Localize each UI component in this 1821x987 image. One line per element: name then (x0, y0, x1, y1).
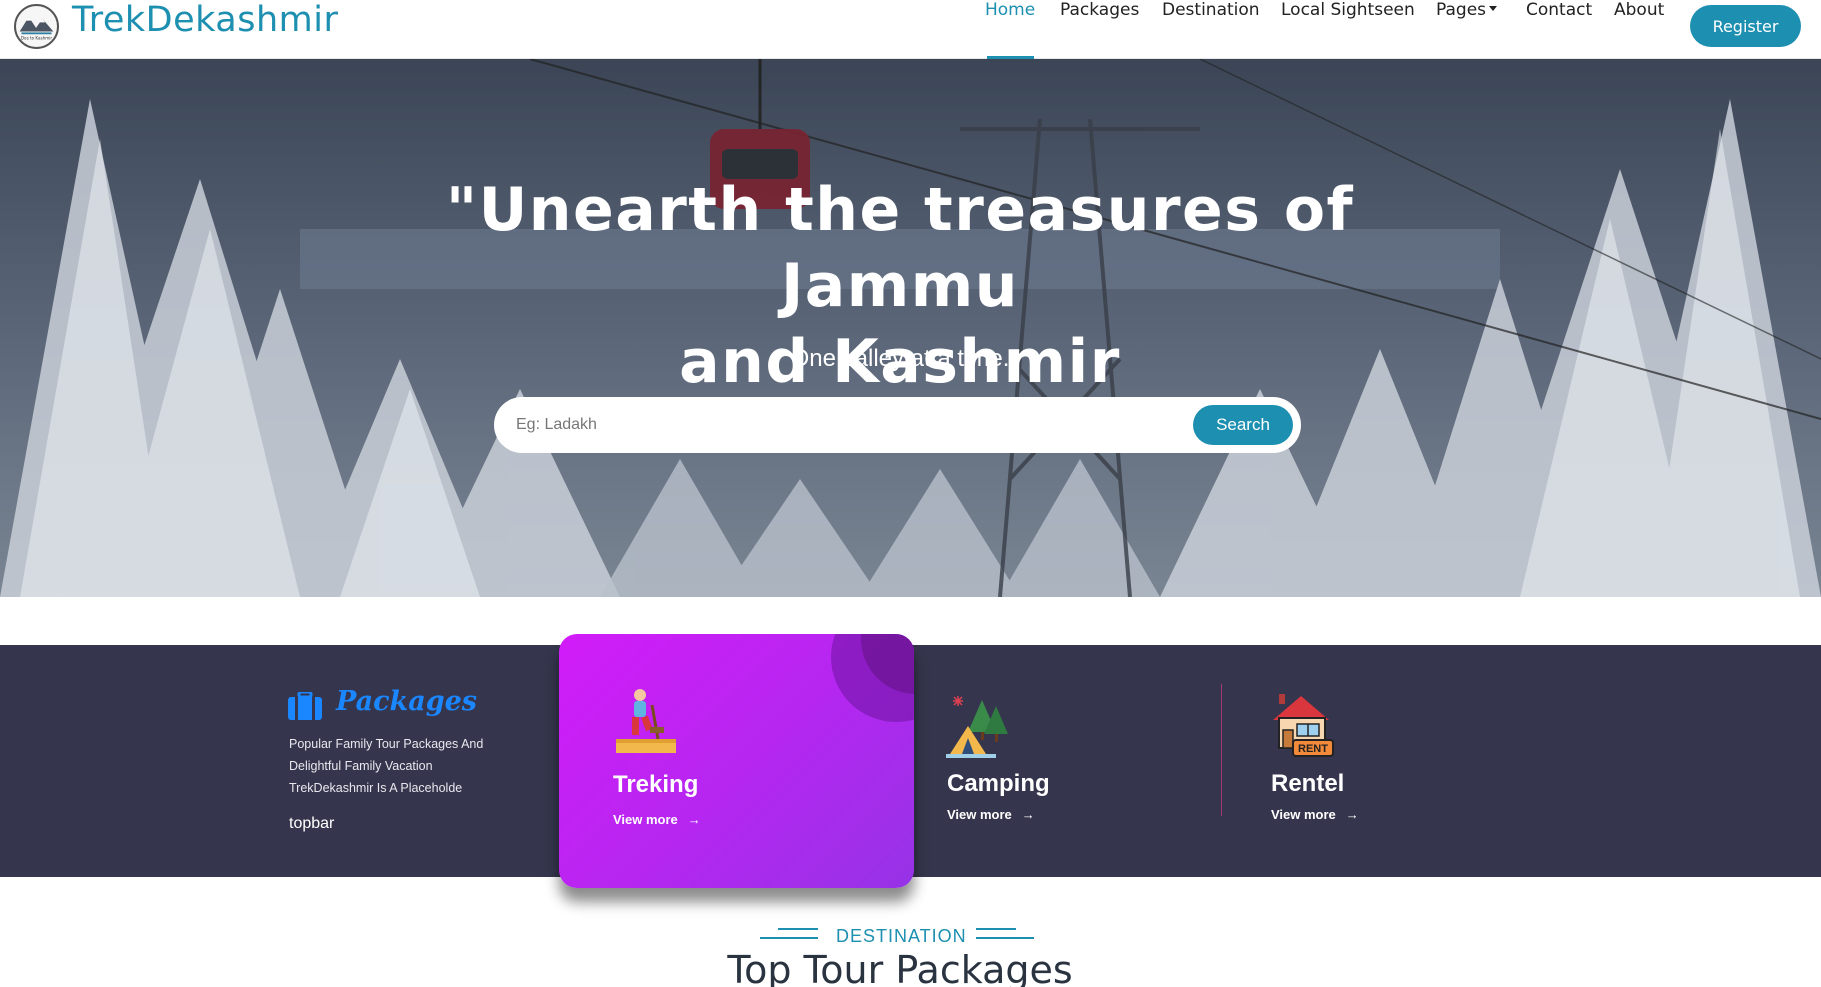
hero-title-line1: "Unearth the treasures of Jammu (445, 175, 1355, 321)
packages-title: Packages (336, 686, 477, 717)
treking-title: Treking (613, 771, 699, 798)
nav-local-sightseen[interactable]: Local Sightseen (1281, 0, 1415, 20)
rentel-title: Rentel (1271, 770, 1345, 797)
packages-footer-text: topbar (289, 815, 335, 832)
eyebrow-line (778, 928, 818, 930)
arrow-right-icon: → (1345, 807, 1359, 822)
tent-icon (946, 696, 1008, 758)
rentel-view-more-label: View more (1271, 807, 1336, 822)
nav-contact[interactable]: Contact (1526, 0, 1592, 20)
search-button[interactable]: Search (1193, 405, 1293, 445)
hiker-icon (616, 689, 676, 753)
eyebrow-line (976, 937, 1034, 939)
feature-divider (1221, 684, 1222, 816)
active-nav-indicator (987, 56, 1034, 59)
rent-house-icon: RENT (1273, 694, 1334, 757)
hero-section: "Unearth the treasures of Jammu and Kash… (0, 59, 1821, 597)
treking-view-more-label: View more (613, 812, 678, 827)
navbar: Dos to Kashmir TrekDekashmir Home Packag… (0, 0, 1821, 59)
eyebrow-line (760, 937, 818, 939)
rentel-view-more-link[interactable]: View more → (1271, 807, 1359, 822)
search-bar: Search (494, 397, 1301, 453)
destination-heading: Top Tour Packages (727, 948, 1073, 987)
camping-view-more-label: View more (947, 807, 1012, 822)
nav-packages[interactable]: Packages (1060, 0, 1139, 20)
eyebrow-line (976, 928, 1016, 930)
arrow-right-icon: → (687, 812, 701, 827)
logo-icon[interactable]: Dos to Kashmir (14, 4, 59, 49)
suitcase-icon (288, 692, 322, 720)
nav-home[interactable]: Home (985, 0, 1035, 20)
brand-name[interactable]: TrekDekashmir (72, 0, 338, 40)
nav-about[interactable]: About (1614, 0, 1664, 20)
nav-pages-label: Pages (1436, 0, 1487, 20)
svg-text:RENT: RENT (1298, 743, 1328, 755)
camping-view-more-link[interactable]: View more → (947, 807, 1035, 822)
packages-description: Popular Family Tour Packages And Delight… (289, 737, 484, 795)
hero-subtitle: One valley at a time. (790, 345, 1010, 372)
search-input[interactable] (516, 409, 1156, 441)
arrow-right-icon: → (1021, 807, 1035, 822)
logo-text: Dos to Kashmir (21, 36, 52, 41)
destination-eyebrow: DESTINATION (836, 926, 967, 946)
register-button[interactable]: Register (1690, 5, 1801, 47)
treking-view-more-link[interactable]: View more → (613, 812, 701, 827)
nav-pages-dropdown[interactable]: Pages (1436, 0, 1498, 20)
chevron-down-icon (1489, 6, 1498, 11)
nav-destination[interactable]: Destination (1162, 0, 1260, 20)
treking-card[interactable] (559, 634, 914, 888)
camping-title: Camping (947, 770, 1050, 797)
